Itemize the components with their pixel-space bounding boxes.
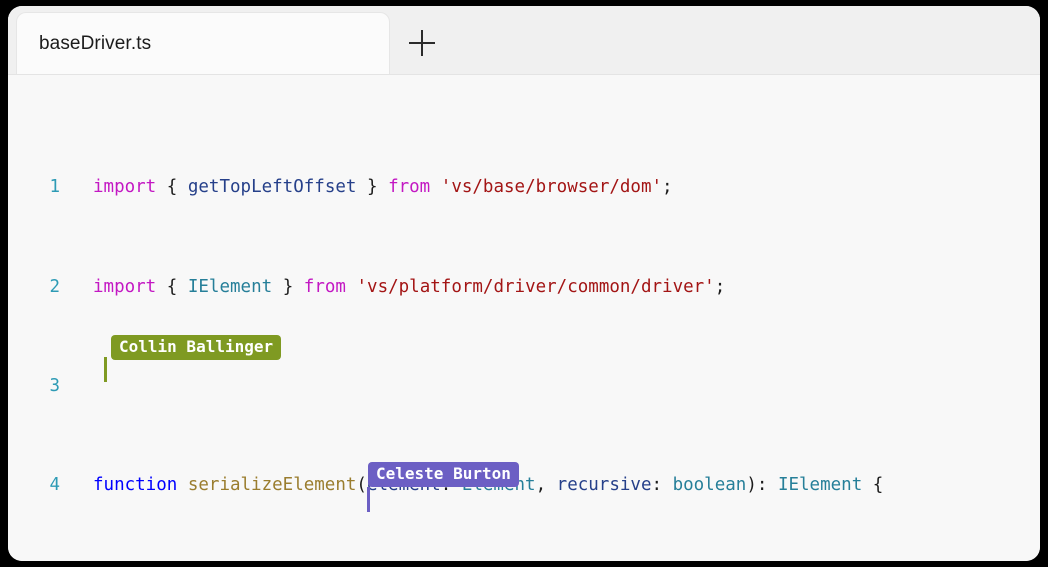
tab-label: baseDriver.ts — [39, 33, 151, 55]
collaborator-label-celeste: Celeste Burton — [368, 462, 519, 487]
collaborator-label-collin: Collin Ballinger — [111, 335, 281, 360]
code-line: 1 import { getTopLeftOffset } from 'vs/b… — [8, 175, 1040, 200]
line-content: import { IElement } from 'vs/platform/dr… — [93, 275, 725, 300]
line-number: 4 — [8, 473, 60, 498]
line-number: 3 — [8, 374, 60, 399]
tab-bar: baseDriver.ts — [8, 6, 1040, 75]
code-line: 2 import { IElement } from 'vs/platform/… — [8, 275, 1040, 300]
tab-basedriver-ts[interactable]: baseDriver.ts — [16, 12, 390, 74]
code-line: 3 — [8, 374, 1040, 399]
remote-caret-celeste — [367, 487, 370, 512]
line-number: 1 — [8, 175, 60, 200]
new-tab-button[interactable] — [390, 12, 454, 74]
code-editor[interactable]: 1 import { getTopLeftOffset } from 'vs/b… — [8, 75, 1040, 561]
code-line: 4 function serializeElement(element: Ele… — [8, 473, 1040, 498]
code-lines: 1 import { getTopLeftOffset } from 'vs/b… — [8, 101, 1040, 561]
line-content: import { getTopLeftOffset } from 'vs/bas… — [93, 175, 673, 200]
plus-icon — [409, 30, 435, 56]
line-number: 2 — [8, 275, 60, 300]
remote-caret-collin — [104, 357, 107, 382]
editor-window: baseDriver.ts 1 import { getTopLeftOffse… — [8, 6, 1040, 561]
